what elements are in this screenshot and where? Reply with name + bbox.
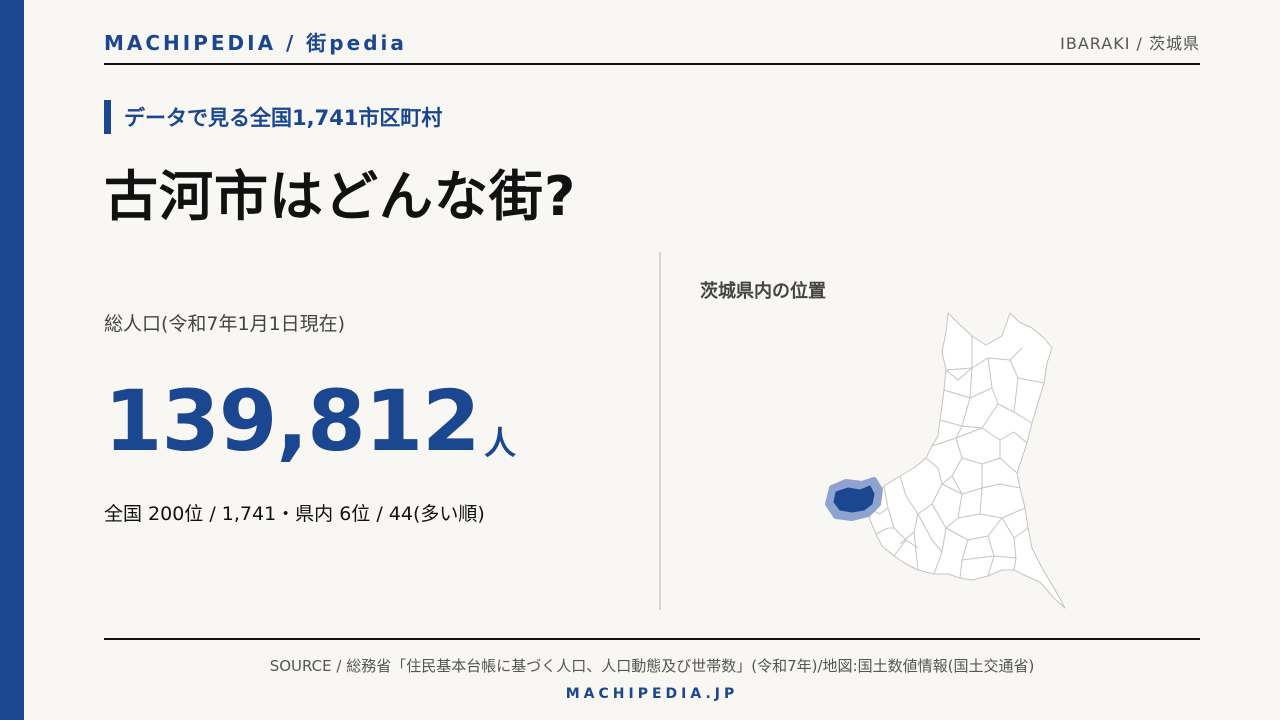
- brand-logo[interactable]: MACHIPEDIA / 街pedia: [104, 27, 407, 56]
- prefecture-map: [825, 312, 1066, 609]
- prefecture-breadcrumb[interactable]: IBARAKI / 茨城県: [1060, 30, 1200, 54]
- header-rule: [104, 63, 1200, 65]
- column-divider: [659, 252, 661, 610]
- page-title: 古河市はどんな街?: [104, 165, 577, 228]
- map-title: 茨城県内の位置: [700, 281, 826, 302]
- prefecture-outline: [867, 312, 1066, 609]
- kicker-accent: [104, 100, 111, 134]
- population-label: 総人口(令和7年1月1日現在): [104, 313, 346, 335]
- population-value: 139,812: [104, 372, 481, 470]
- kicker-heading: データで見る全国1,741市区町村: [124, 106, 443, 130]
- population-unit: 人: [484, 424, 517, 462]
- site-link[interactable]: MACHIPEDIA.JP: [104, 686, 1200, 702]
- footer-rule: [104, 638, 1200, 640]
- population-rank: 全国 200位 / 1,741・県内 6位 / 44(多い順): [104, 503, 485, 525]
- left-accent-bar: [0, 0, 24, 720]
- source-credit: SOURCE / 総務省「住民基本台帳に基づく人口、人口動態及び世帯数」(令和7…: [269, 657, 1035, 675]
